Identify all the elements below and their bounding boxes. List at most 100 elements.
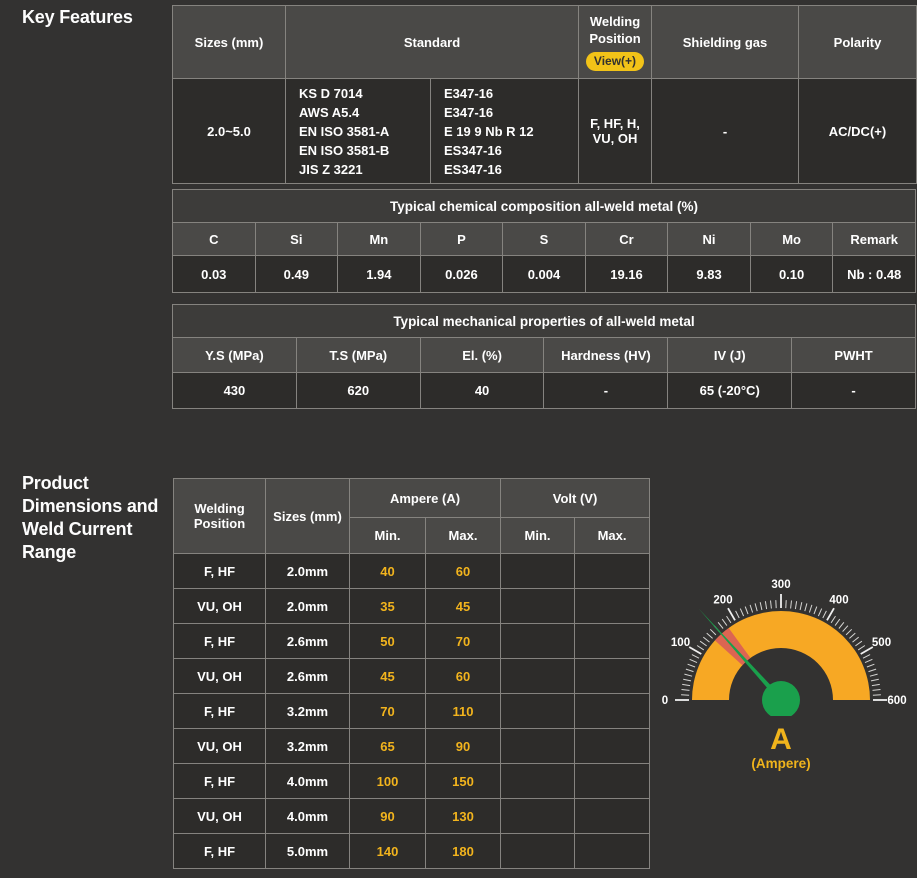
- table-row[interactable]: F, HF 2.6mm 50 70: [173, 623, 651, 659]
- chem-value: 19.16: [584, 255, 669, 293]
- cell-position: F, HF: [173, 833, 266, 869]
- spec-welding-position-value: F, HF, H, VU, OH: [578, 78, 652, 184]
- gauge-minor-tick: [864, 658, 873, 664]
- gauge-minor-tick: [764, 601, 768, 610]
- gauge-minor-tick: [683, 678, 692, 682]
- welding-position-label: Welding Position: [589, 14, 641, 46]
- cell-amp-max: 150: [424, 763, 502, 799]
- ampere-max-header: Max.: [424, 517, 502, 554]
- standard-item: JIS Z 3221: [299, 161, 363, 177]
- mech-header: PWHT: [791, 337, 916, 373]
- table-row[interactable]: F, HF 3.2mm 70 110: [173, 693, 651, 729]
- gauge-minor-tick: [871, 683, 880, 687]
- standard-item: ES347-16: [444, 161, 502, 177]
- table-row[interactable]: F, HF 5.0mm 140 180: [173, 833, 651, 869]
- chem-header: S: [502, 222, 586, 256]
- cell-volt-min: [500, 623, 576, 659]
- cell-position: VU, OH: [173, 588, 266, 624]
- cell-size: 4.0mm: [265, 763, 350, 799]
- chem-value: 0.026: [419, 255, 504, 293]
- cell-amp-min: 70: [349, 693, 426, 729]
- gauge-minor-tick: [706, 632, 713, 639]
- cell-position: VU, OH: [173, 658, 266, 694]
- cell-amp-min: 65: [349, 728, 426, 764]
- cell-amp-max: 110: [424, 693, 502, 729]
- cell-size: 3.2mm: [265, 693, 350, 729]
- cell-volt-min: [500, 763, 576, 799]
- cell-amp-min: 45: [349, 658, 426, 694]
- chem-header: Cr: [584, 222, 669, 256]
- gauge-minor-tick: [691, 654, 700, 659]
- gauge-unit-label: A: [770, 723, 792, 756]
- spec-header-welding-position: Welding Position View(+): [578, 5, 652, 79]
- spec-header-shielding-gas: Shielding gas: [651, 5, 799, 79]
- cell-volt-min: [500, 588, 576, 624]
- gauge-minor-tick: [872, 689, 881, 691]
- gauge-minor-tick: [817, 608, 823, 617]
- gauge-minor-tick: [808, 604, 813, 613]
- gauge-minor-tick: [759, 602, 763, 611]
- cell-volt-max: [574, 658, 651, 694]
- standard-item: KS D 7014: [299, 85, 363, 101]
- gauge-minor-tick: [682, 683, 691, 687]
- gauge-tick-label: 600: [887, 695, 906, 707]
- gauge-minor-tick: [739, 608, 745, 617]
- table-row[interactable]: VU, OH 2.6mm 45 60: [173, 658, 651, 694]
- gauge-minor-tick: [702, 636, 710, 643]
- standard-item: E347-16: [444, 104, 494, 120]
- gauge-minor-tick: [681, 689, 690, 691]
- cell-volt-max: [574, 588, 651, 624]
- gauge-hub: [762, 681, 800, 716]
- cell-amp-min: 50: [349, 623, 426, 659]
- gauge-minor-tick: [870, 678, 879, 682]
- cell-size: 2.0mm: [265, 553, 350, 589]
- product-header-ampere: Ampere (A): [348, 478, 502, 518]
- gauge-minor-tick: [754, 603, 758, 612]
- mech-header-row: Y.S (MPa) T.S (MPa) El. (%) Hardness (HV…: [172, 337, 916, 373]
- standard-item: AWS A5.4: [299, 104, 360, 120]
- standard-item: EN ISO 3581-B: [299, 142, 390, 158]
- gauge-major-tick: [826, 607, 835, 621]
- chem-value: 0.10: [749, 255, 834, 293]
- gauge-minor-tick: [855, 640, 863, 647]
- spec-polarity-value: AC/DC(+): [798, 78, 917, 184]
- spec-header-polarity: Polarity: [798, 5, 917, 79]
- gauge-major-tick: [727, 607, 736, 621]
- standard-list-1: KS D 7014 AWS A5.4 EN ISO 3581-A EN ISO 358…: [285, 78, 431, 184]
- product-header-volt: Volt (V): [500, 478, 651, 518]
- cell-volt-max: [574, 623, 651, 659]
- chem-value: 0.49: [254, 255, 339, 293]
- page: { "key_features": { "title": "Key Featur…: [0, 0, 917, 878]
- table-row[interactable]: VU, OH 3.2mm 65 90: [173, 728, 651, 764]
- table-row[interactable]: VU, OH 4.0mm 90 130: [173, 798, 651, 834]
- gauge-minor-tick: [862, 654, 871, 659]
- cell-volt-min: [500, 798, 576, 834]
- mech-value: -: [791, 372, 916, 409]
- spec-sizes-value: 2.0~5.0: [172, 78, 286, 184]
- gauge-minor-tick: [842, 625, 849, 632]
- mech-header: Y.S (MPa): [172, 337, 297, 373]
- spec-table: Sizes (mm) Standard Welding Position Vie…: [172, 5, 917, 184]
- cell-size: 2.6mm: [265, 623, 350, 659]
- table-row[interactable]: F, HF 4.0mm 100 150: [173, 763, 651, 799]
- key-features-title: Key Features: [22, 7, 133, 27]
- spec-header-sizes: Sizes (mm): [172, 5, 286, 79]
- cell-volt-min: [500, 658, 576, 694]
- cell-amp-max: 90: [424, 728, 502, 764]
- gauge-minor-tick: [684, 673, 693, 677]
- spec-shielding-gas-value: -: [651, 78, 799, 184]
- table-row[interactable]: F, HF 2.0mm 40 60: [173, 553, 651, 589]
- gauge-minor-tick: [735, 610, 740, 619]
- chem-header: C: [172, 222, 256, 256]
- cell-volt-max: [574, 763, 651, 799]
- standard-list-2: E347-16 E347-16 E 19 9 Nb R 12 ES347-16 ES34…: [430, 78, 579, 184]
- weld-current-table: Welding Position Sizes (mm) Ampere (A) V…: [173, 478, 651, 869]
- cell-size: 3.2mm: [265, 728, 350, 764]
- view-plus-badge[interactable]: View(+): [585, 52, 645, 71]
- table-row[interactable]: VU, OH 2.0mm 35 45: [173, 588, 651, 624]
- cell-volt-min: [500, 693, 576, 729]
- standard-item: ES347-16: [444, 142, 502, 158]
- mech-value: -: [543, 372, 669, 409]
- gauge-minor-tick: [868, 668, 877, 673]
- chem-header-row: C Si Mn P S Cr Ni Mo Remark: [172, 222, 916, 256]
